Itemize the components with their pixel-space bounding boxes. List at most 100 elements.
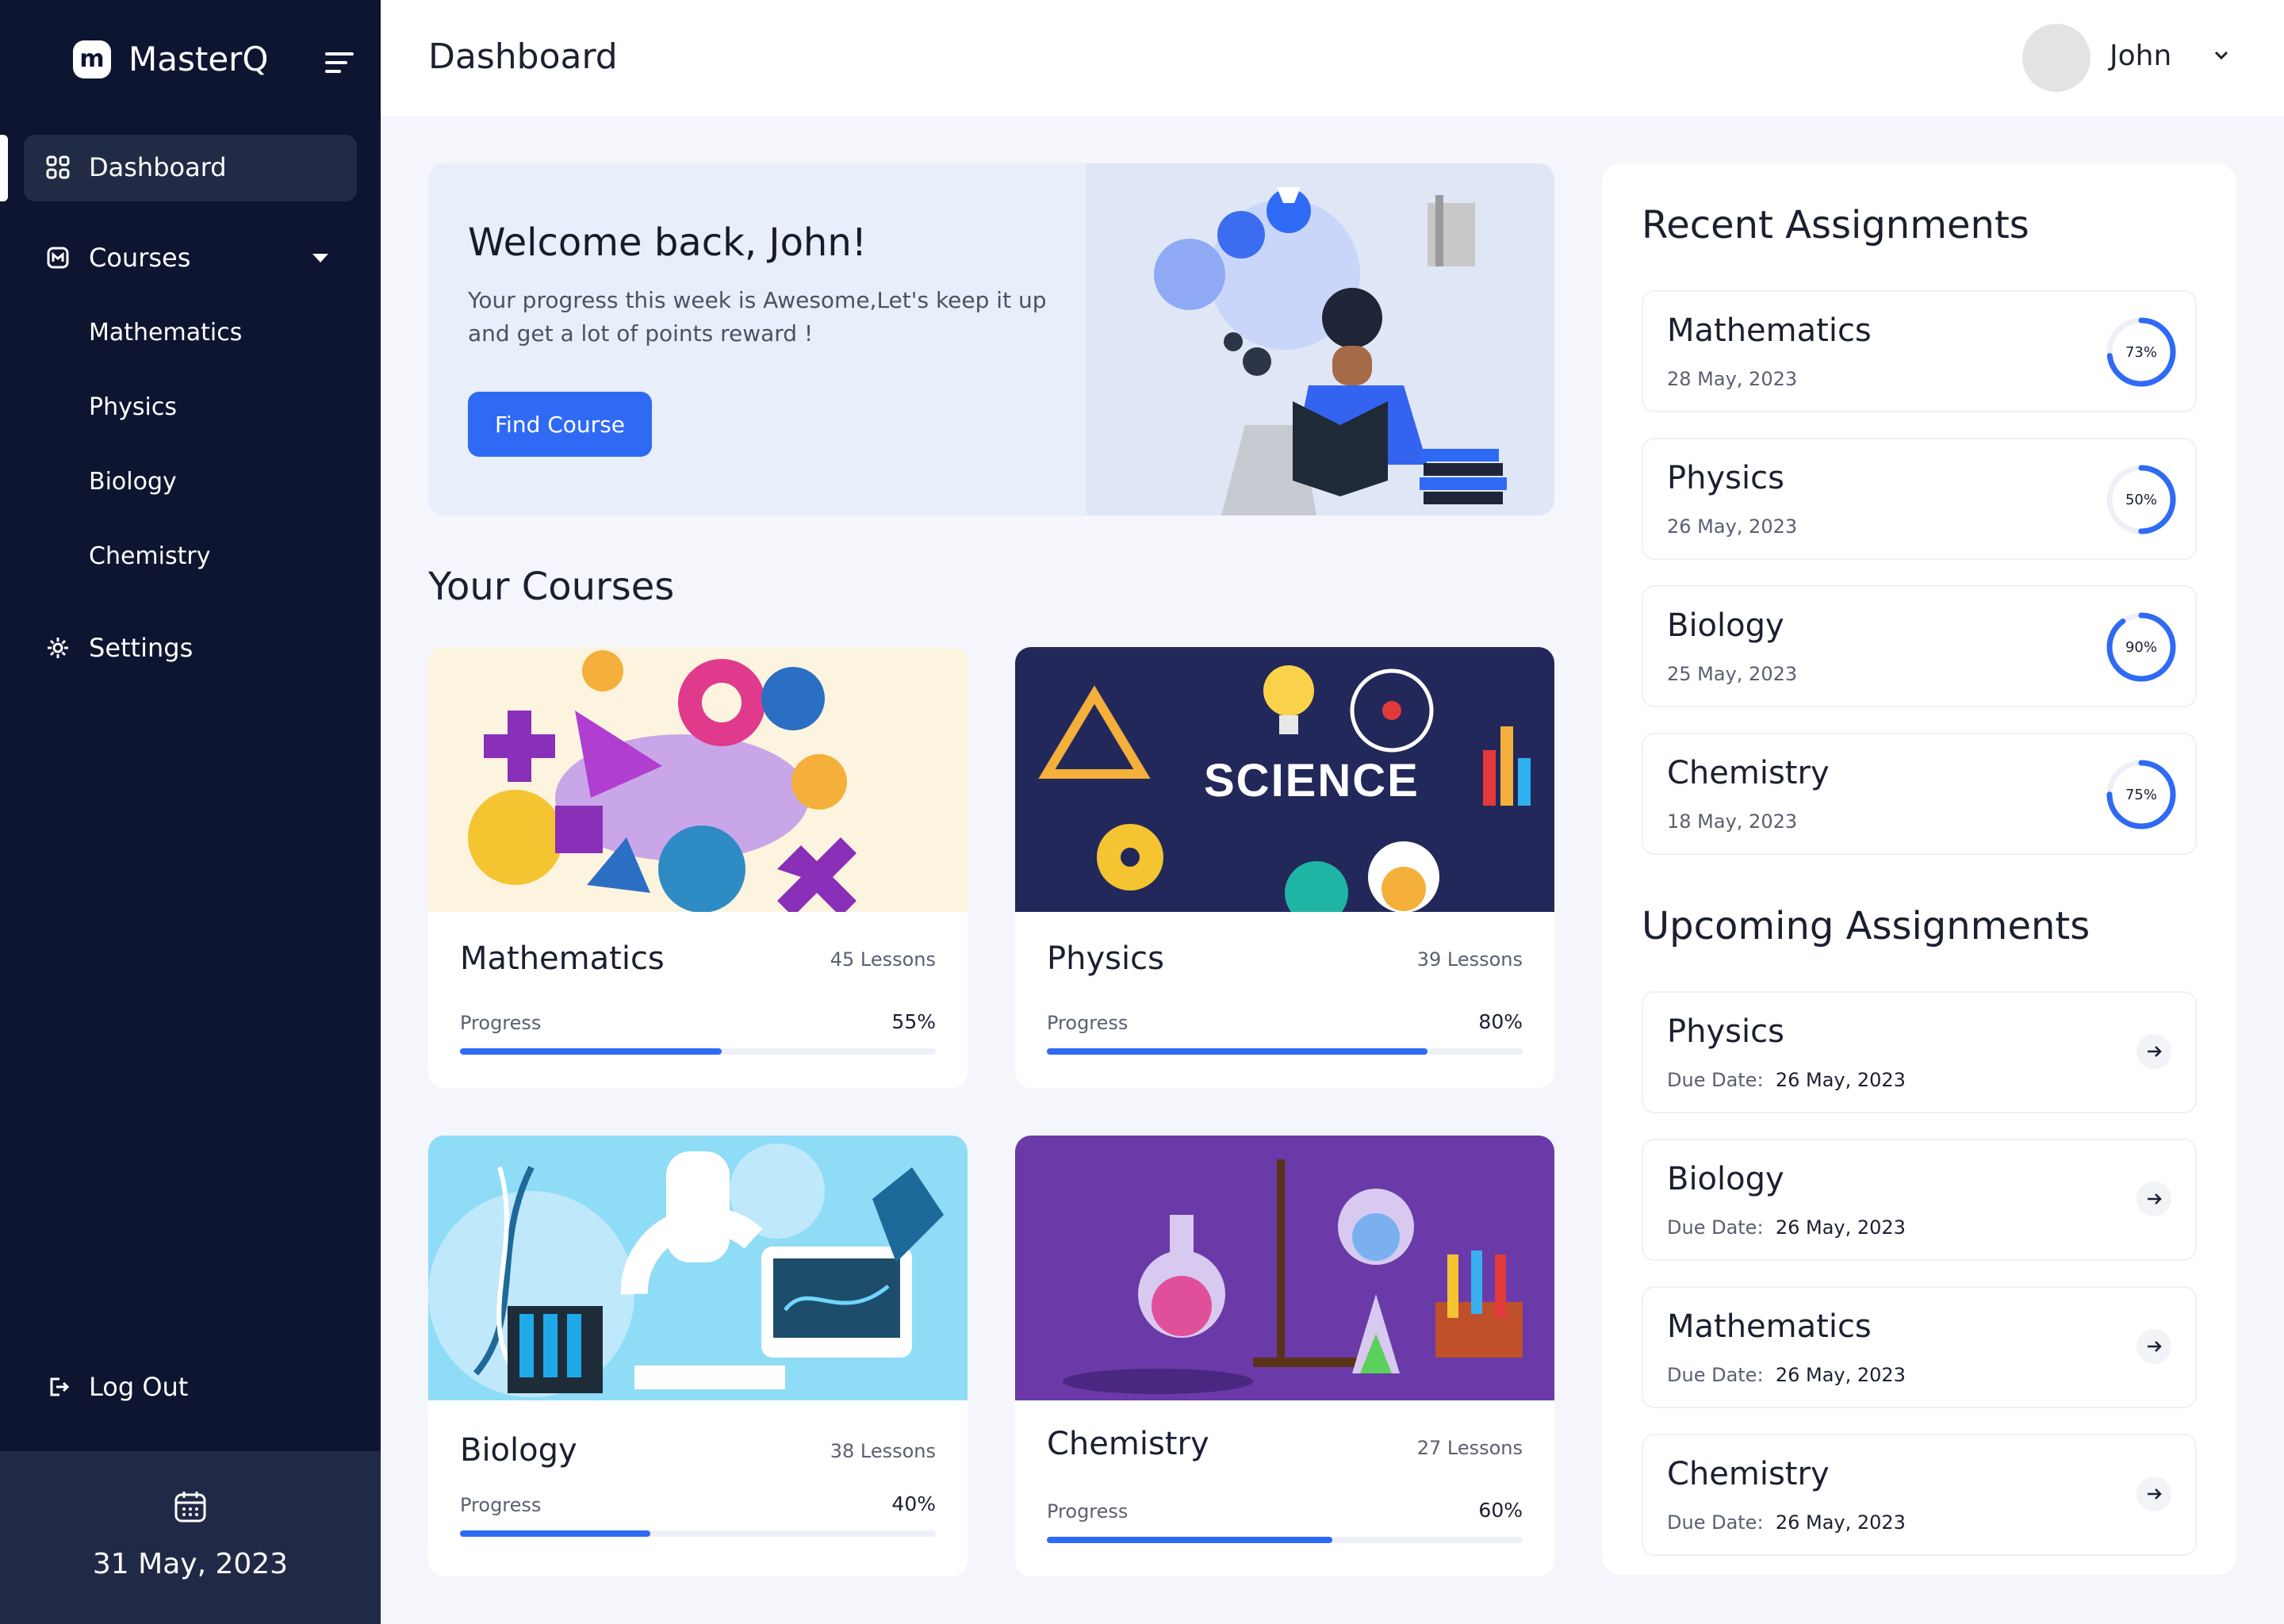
chevron-down-icon[interactable] <box>2213 46 2230 63</box>
due-date: Due Date: 26 May, 2023 <box>1667 1511 1906 1534</box>
sidebar-item-physics[interactable]: Physics <box>89 393 177 421</box>
arrow-right-icon[interactable] <box>2136 1329 2171 1364</box>
progress-bar <box>460 1530 936 1537</box>
upcoming-assignment-item[interactable]: Biology Due Date: 26 May, 2023 <box>1642 1139 2197 1261</box>
due-value: 26 May, 2023 <box>1775 1511 1906 1534</box>
current-date: 31 May, 2023 <box>92 1548 289 1580</box>
science-label: SCIENCE <box>1204 755 1420 806</box>
nav-dashboard-label: Dashboard <box>89 152 227 182</box>
logout-button[interactable]: Log Out <box>46 1372 188 1402</box>
progress-fill <box>1047 1048 1428 1055</box>
due-value: 26 May, 2023 <box>1775 1364 1906 1386</box>
recent-assignment-item[interactable]: Mathematics 28 May, 2023 73% <box>1642 290 2197 412</box>
due-label: Due Date: <box>1667 1364 1764 1386</box>
due-label: Due Date: <box>1667 1216 1764 1239</box>
assignments-panel: Recent Assignments Mathematics 28 May, 2… <box>1602 163 2236 1575</box>
progress-percent: 73% <box>2125 343 2157 361</box>
upcoming-assignments-title: Upcoming Assignments <box>1642 904 2090 948</box>
grid-icon <box>46 155 70 179</box>
recent-assignment-item[interactable]: Biology 25 May, 2023 90% <box>1642 585 2197 707</box>
due-label: Due Date: <box>1667 1069 1764 1091</box>
page-title: Dashboard <box>428 36 618 77</box>
due-label: Due Date: <box>1667 1511 1764 1534</box>
assignment-title: Biology <box>1667 1161 1784 1197</box>
lesson-count: 38 Lessons <box>830 1440 936 1462</box>
sidebar-item-mathematics[interactable]: Mathematics <box>89 319 242 347</box>
course-card-chemistry[interactable]: Chemistry 27 Lessons Progress 60% <box>1015 1136 1554 1576</box>
chemistry-course-image <box>1015 1136 1554 1400</box>
assignment-title: Physics <box>1667 1013 1784 1050</box>
progress-bar <box>1047 1537 1523 1543</box>
progress-label: Progress <box>460 1494 542 1516</box>
logo[interactable]: m MasterQ <box>73 40 269 79</box>
assignment-date: 26 May, 2023 <box>1667 515 1798 538</box>
progress-bar <box>460 1048 936 1055</box>
progress-value: 80% <box>1478 1010 1523 1033</box>
lesson-count: 27 Lessons <box>1416 1437 1523 1459</box>
date-panel <box>0 1451 381 1624</box>
assignment-title: Mathematics <box>1667 1308 1872 1345</box>
progress-label: Progress <box>1047 1500 1129 1522</box>
recent-assignment-item[interactable]: Physics 26 May, 2023 50% <box>1642 438 2197 560</box>
mathematics-course-image <box>428 647 968 912</box>
due-date: Due Date: 26 May, 2023 <box>1667 1069 1906 1091</box>
arrow-right-icon[interactable] <box>2136 1034 2171 1069</box>
course-title: Mathematics <box>460 940 665 977</box>
logout-icon <box>50 1377 70 1396</box>
biology-course-image <box>428 1136 968 1400</box>
avatar[interactable] <box>2022 24 2090 92</box>
lesson-count: 39 Lessons <box>1416 948 1523 971</box>
due-value: 26 May, 2023 <box>1775 1069 1906 1091</box>
progress-label: Progress <box>1047 1012 1129 1034</box>
recent-assignment-item[interactable]: Chemistry 18 May, 2023 75% <box>1642 733 2197 855</box>
progress-value: 40% <box>891 1492 936 1515</box>
assignment-title: Chemistry <box>1667 1456 1830 1492</box>
progress-ring: 73% <box>2105 316 2178 389</box>
assignment-title: Chemistry <box>1667 755 1830 791</box>
course-card-mathematics[interactable]: Mathematics 45 Lessons Progress 55% <box>428 647 968 1088</box>
sidebar-item-chemistry[interactable]: Chemistry <box>89 542 210 570</box>
find-course-button[interactable]: Find Course <box>468 392 652 457</box>
progress-percent: 75% <box>2125 786 2157 803</box>
assignment-date: 18 May, 2023 <box>1667 810 1798 833</box>
courses-section-title: Your Courses <box>428 565 675 609</box>
course-title: Physics <box>1047 940 1164 977</box>
arrow-right-icon[interactable] <box>2136 1477 2171 1511</box>
nav-item-settings[interactable]: Settings <box>46 633 193 663</box>
sidebar-item-biology[interactable]: Biology <box>89 468 177 496</box>
user-name[interactable]: John <box>2110 40 2171 72</box>
upcoming-assignment-item[interactable]: Mathematics Due Date: 26 May, 2023 <box>1642 1286 2197 1408</box>
progress-bar <box>1047 1048 1523 1055</box>
nav-dashboard-row[interactable]: Dashboard <box>46 152 227 182</box>
course-card-biology[interactable]: Biology 38 Lessons Progress 40% <box>428 1136 968 1576</box>
progress-label: Progress <box>460 1012 542 1034</box>
course-title: Biology <box>460 1432 577 1469</box>
progress-value: 55% <box>891 1010 936 1033</box>
progress-ring: 75% <box>2105 758 2178 831</box>
assignment-date: 28 May, 2023 <box>1667 368 1798 390</box>
progress-fill <box>460 1530 650 1537</box>
logout-label: Log Out <box>89 1372 189 1402</box>
student-illustration <box>1086 163 1554 515</box>
assignment-title: Physics <box>1667 460 1784 496</box>
nav-item-courses[interactable]: Courses <box>46 243 190 273</box>
nav-settings-label: Settings <box>89 633 194 663</box>
welcome-subtitle: Your progress this week is Awesome,Let's… <box>468 287 1047 347</box>
upcoming-assignment-item[interactable]: Physics Due Date: 26 May, 2023 <box>1642 991 2197 1113</box>
course-card-physics[interactable]: SCIENCE Physics 39 Lessons Progress 80% <box>1015 647 1554 1088</box>
assignment-date: 25 May, 2023 <box>1667 663 1798 685</box>
progress-value: 60% <box>1478 1499 1523 1522</box>
course-title: Chemistry <box>1047 1426 1209 1462</box>
arrow-right-icon[interactable] <box>2136 1182 2171 1216</box>
progress-ring: 50% <box>2105 463 2178 536</box>
chevron-down-icon[interactable] <box>312 254 328 262</box>
nav-courses-label: Courses <box>89 243 191 273</box>
progress-ring: 90% <box>2105 611 2178 684</box>
top-bar: Dashboard <box>381 0 2284 116</box>
menu-toggle-icon[interactable] <box>325 52 354 76</box>
progress-fill <box>460 1048 722 1055</box>
welcome-title: Welcome back, John! <box>468 220 868 265</box>
sidebar: m MasterQ Dashboard Courses Mathematics … <box>0 0 381 1624</box>
upcoming-assignment-item[interactable]: Chemistry Due Date: 26 May, 2023 <box>1642 1434 2197 1556</box>
progress-fill <box>1047 1537 1332 1543</box>
